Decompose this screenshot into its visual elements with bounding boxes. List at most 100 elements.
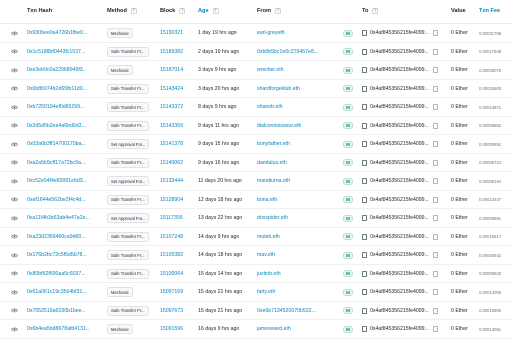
copy-icon[interactable]: [432, 159, 438, 166]
txn-hash-link[interactable]: 0x0b8b974b2d65fb11d0...: [27, 80, 103, 99]
from-address-link[interactable]: mandiurna.eth: [257, 172, 333, 191]
from-address-link[interactable]: bona.eth: [257, 191, 333, 210]
txn-hash-link[interactable]: 0xa23d2369460ca9d60...: [27, 228, 103, 247]
txn-hash-link[interactable]: 0xc52e04f4e83991e6d3...: [27, 172, 103, 191]
from-address-link[interactable]: dosspider.eth: [257, 209, 333, 228]
copy-icon[interactable]: [432, 122, 438, 129]
to-address-link[interactable]: 0x4af845356215fe4099...: [370, 326, 429, 332]
block-link[interactable]: 15100064: [160, 265, 196, 284]
block-link[interactable]: 15105382: [160, 246, 196, 265]
to-address-link[interactable]: 0x4af845356215fe4099...: [370, 215, 429, 221]
to-address-link[interactable]: 0x4af845356215fe4099...: [370, 104, 429, 110]
eye-icon[interactable]: [10, 154, 18, 173]
eye-icon[interactable]: [10, 265, 18, 284]
block-link[interactable]: 15097169: [160, 283, 196, 302]
to-address-link[interactable]: 0x4af845356215fe4099...: [370, 252, 429, 258]
eye-icon[interactable]: [10, 117, 18, 136]
copy-icon[interactable]: [432, 233, 438, 240]
eye-icon[interactable]: [10, 191, 18, 210]
to-address-link[interactable]: 0x4af845356215fe4099...: [370, 67, 429, 73]
txn-hash-link[interactable]: 0x176b2bc72c5f6d5b78...: [27, 246, 103, 265]
block-link[interactable]: 15128904: [160, 191, 196, 210]
txn-hash-link[interactable]: 0x1c5188bf0443fc1537...: [27, 43, 103, 62]
copy-icon[interactable]: [432, 196, 438, 203]
copy-icon[interactable]: [432, 215, 438, 222]
copy-icon[interactable]: [432, 178, 438, 185]
block-link[interactable]: 15117356: [160, 209, 196, 228]
txn-hash-link[interactable]: 0xa11f4b3e63ab4e47a2e...: [27, 209, 103, 228]
block-link[interactable]: 15190321: [160, 24, 196, 43]
column-header-txn-fee[interactable]: Txn Fee: [479, 8, 500, 14]
copy-icon[interactable]: [432, 141, 438, 148]
block-link[interactable]: 15107248: [160, 228, 196, 247]
from-address-link[interactable]: shardforgeklub.eth: [257, 80, 333, 99]
from-address-link[interactable]: shanob.eth: [257, 98, 333, 117]
block-link[interactable]: 15133444: [160, 172, 196, 191]
eye-icon[interactable]: [10, 209, 18, 228]
from-address-link[interactable]: daedalus.eth: [257, 154, 333, 173]
from-address-link[interactable]: wrecker.eth: [257, 61, 333, 80]
txn-hash-link[interactable]: 0xef1644e562be2f4c4d...: [27, 191, 103, 210]
txn-hash-link[interactable]: 0x80bf62f690aa5c6037...: [27, 265, 103, 284]
block-link[interactable]: 15141378: [160, 135, 196, 154]
from-address-link[interactable]: jamesward.eth: [257, 320, 333, 339]
to-address-link[interactable]: 0x4af845356215fe4099...: [370, 308, 429, 314]
txn-hash-link[interactable]: 0x930bee0a4726b1fbe0...: [27, 24, 103, 43]
from-address-link[interactable]: justinb.eth: [257, 265, 333, 284]
copy-icon[interactable]: [432, 326, 438, 333]
filter-icon[interactable]: ⊤: [274, 8, 281, 14]
to-address-link[interactable]: 0x4af845356215fe4099...: [370, 271, 429, 277]
copy-icon[interactable]: [432, 85, 438, 92]
txn-hash-link[interactable]: 0x2d5d5b2ea4a6bd6d3...: [27, 117, 103, 136]
block-link[interactable]: 15187014: [160, 61, 196, 80]
eye-icon[interactable]: [10, 246, 18, 265]
block-link[interactable]: 15189382: [160, 43, 196, 62]
to-address-link[interactable]: 0x4af845356215fe4099...: [370, 197, 429, 203]
copy-icon[interactable]: [432, 30, 438, 37]
block-link[interactable]: 15143372: [160, 98, 196, 117]
filter-icon[interactable]: ⊤: [372, 8, 379, 14]
from-address-link[interactable]: bonyfather.eth: [257, 135, 333, 154]
to-address-link[interactable]: 0x4af845356215fe4099...: [370, 123, 429, 129]
eye-icon[interactable]: [10, 98, 18, 117]
block-link[interactable]: 15143369: [160, 117, 196, 136]
copy-icon[interactable]: [432, 307, 438, 314]
to-address-link[interactable]: 0x4af845356215fe4099...: [370, 86, 429, 92]
copy-icon[interactable]: [432, 104, 438, 111]
from-address-link[interactable]: earl-greyeth: [257, 24, 333, 43]
eye-icon[interactable]: [10, 283, 18, 302]
from-address-link[interactable]: mutek.eth: [257, 228, 333, 247]
to-address-link[interactable]: 0x4af845356215fe4099...: [370, 49, 429, 55]
txn-hash-link[interactable]: 0xa2a5b9cff17a72bc9a...: [27, 154, 103, 173]
to-address-link[interactable]: 0x4af845356215fe4099...: [370, 30, 429, 36]
copy-icon[interactable]: [432, 252, 438, 259]
block-link[interactable]: 15143424: [160, 80, 196, 99]
to-address-link[interactable]: 0x4af845356215fe4099...: [370, 160, 429, 166]
txn-hash-link[interactable]: 0x03a6b3ff14700170ba...: [27, 135, 103, 154]
eye-icon[interactable]: [10, 43, 18, 62]
copy-icon[interactable]: [432, 48, 438, 55]
copy-icon[interactable]: [432, 270, 438, 277]
copy-icon[interactable]: [432, 289, 438, 296]
eye-icon[interactable]: [10, 302, 18, 321]
eye-icon[interactable]: [10, 80, 18, 99]
block-link[interactable]: 15097673: [160, 302, 196, 321]
txn-hash-link[interactable]: 0x6b4ea5bd8678afd4131...: [27, 320, 103, 339]
from-address-link[interactable]: 0xb0b5bc1e0c279457e8...: [257, 43, 333, 62]
eye-icon[interactable]: [10, 135, 18, 154]
from-address-link[interactable]: 0xe6b7134520070b522...: [257, 302, 333, 321]
to-address-link[interactable]: 0x4af845356215fe4099...: [370, 141, 429, 147]
filter-icon[interactable]: ⊤: [130, 8, 137, 14]
to-address-link[interactable]: 0x4af845356215fe4099...: [370, 178, 429, 184]
filter-icon[interactable]: ⊤: [212, 8, 219, 14]
eye-icon[interactable]: [10, 228, 18, 247]
block-link[interactable]: 15091596: [160, 320, 196, 339]
to-address-link[interactable]: 0x4af845356215fe4099...: [370, 289, 429, 295]
eye-icon[interactable]: [10, 320, 18, 339]
txn-hash-link[interactable]: 0x7052519a6030b1bee...: [27, 302, 103, 321]
copy-icon[interactable]: [432, 67, 438, 74]
from-address-link[interactable]: dialconnoisseur.eth: [257, 117, 333, 136]
to-address-link[interactable]: 0x4af845356215fe4099...: [370, 234, 429, 240]
column-header-age[interactable]: Age ⊤: [198, 8, 219, 14]
txn-hash-link[interactable]: 0xb7250194ef0d65299...: [27, 98, 103, 117]
